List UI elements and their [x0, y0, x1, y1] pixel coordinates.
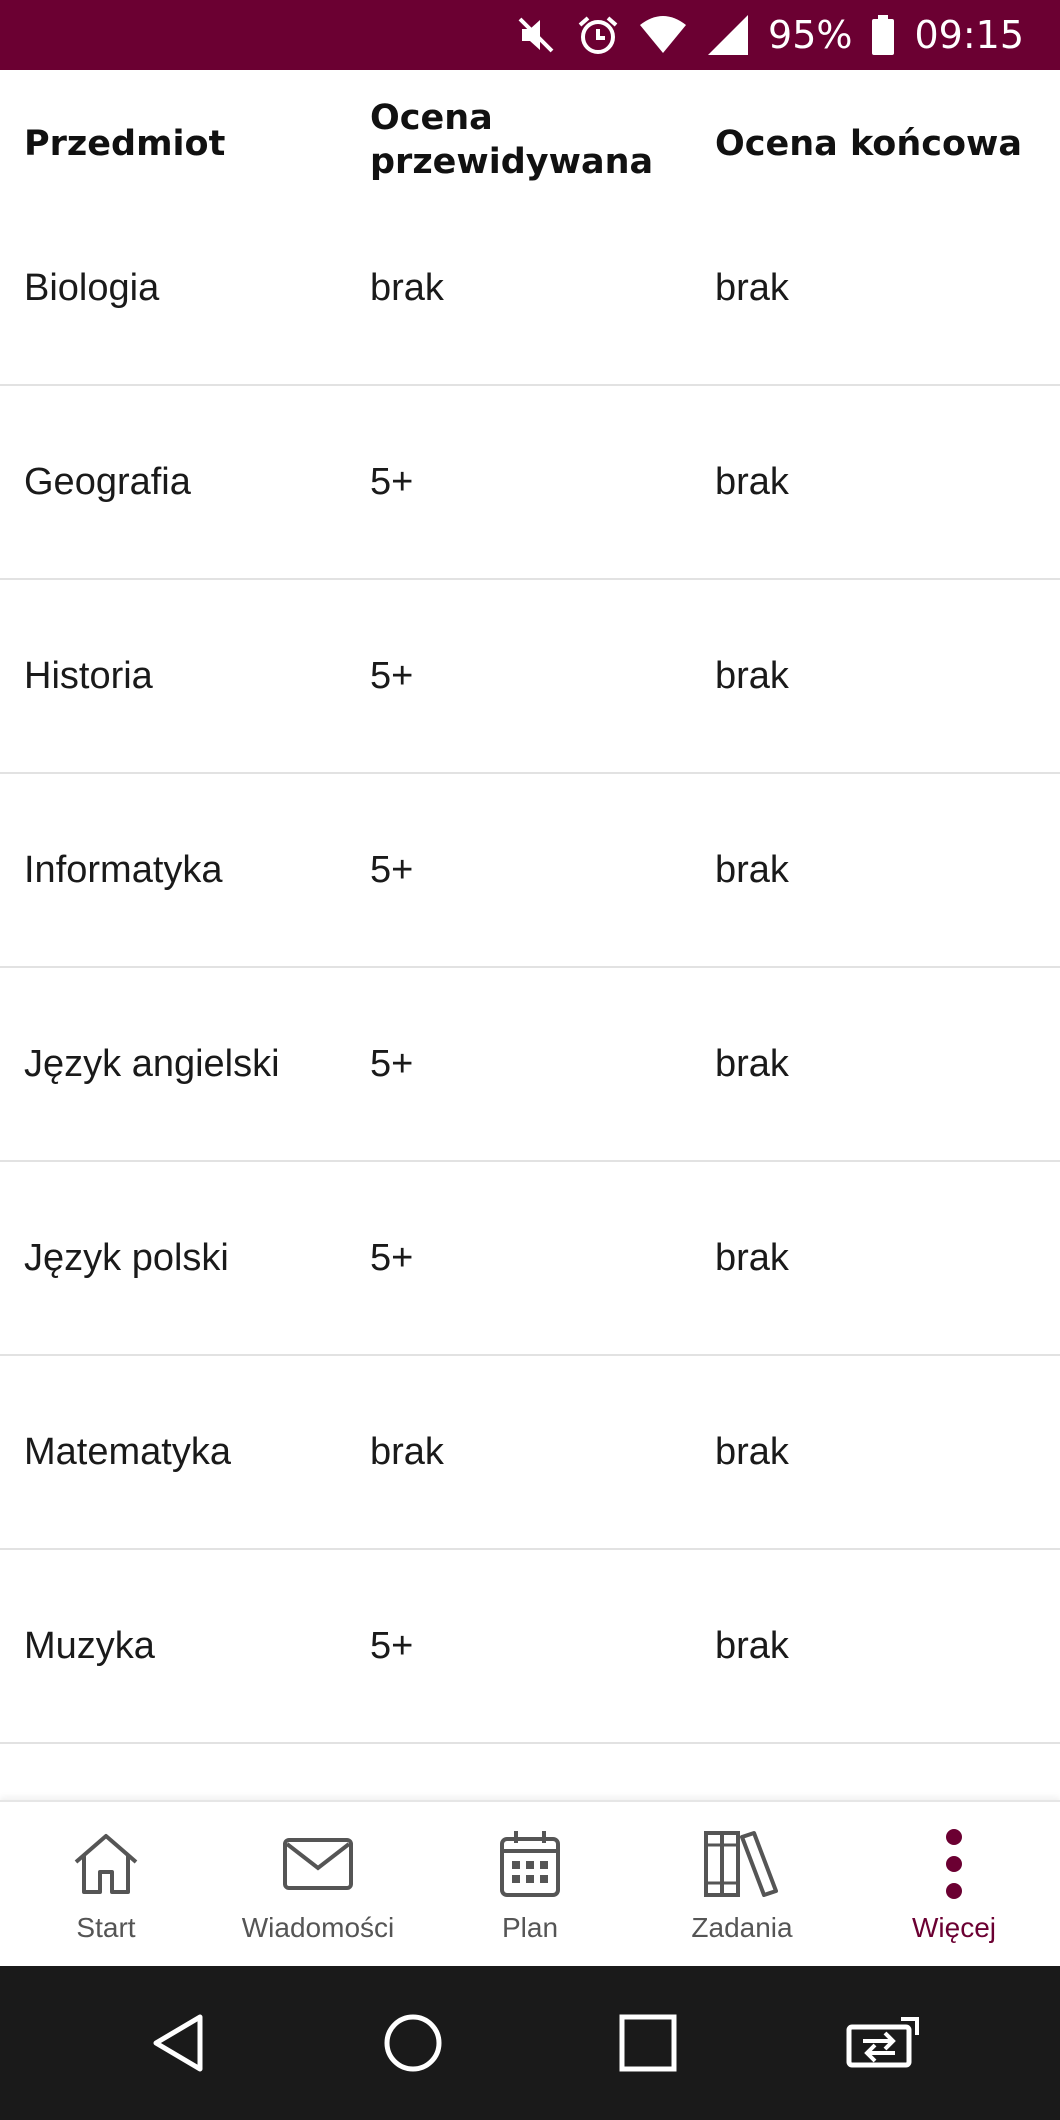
- subject-cell: Biologia: [24, 267, 160, 309]
- subject-cell: Matematyka: [24, 1431, 231, 1473]
- table-row-partial: [0, 1744, 1060, 1804]
- subject-cell: Historia: [24, 655, 153, 697]
- subject-cell: Geografia: [24, 461, 191, 503]
- final-grade-cell: brak: [715, 267, 789, 309]
- back-icon[interactable]: [128, 1993, 228, 2093]
- nav-wiadomosci[interactable]: Wiadomości: [212, 1802, 424, 1968]
- subject-cell: Język polski: [24, 1237, 229, 1279]
- books-icon: [702, 1826, 782, 1902]
- nav-label-plan: Plan: [501, 1912, 559, 1943]
- table-row: Matematyka brak brak: [0, 1356, 1060, 1550]
- final-grade-cell: brak: [715, 1043, 789, 1085]
- alarm-icon: [576, 0, 620, 70]
- home-icon: [66, 1826, 146, 1902]
- battery-percent: 95%: [768, 13, 853, 57]
- screen-rotate-icon[interactable]: [833, 1993, 933, 2093]
- nav-wiecej[interactable]: Więcej: [848, 1802, 1060, 1968]
- final-grade-cell: brak: [715, 1431, 789, 1473]
- subject-cell: Język angielski: [24, 1043, 280, 1085]
- table-header: Przedmiot Ocena przewidywana Ocena końco…: [0, 70, 1060, 216]
- table-row: Język angielski 5+ brak: [0, 968, 1060, 1162]
- table-row: Historia 5+ brak: [0, 580, 1060, 774]
- nav-label-wiadomosci: Wiadomości: [241, 1912, 395, 1943]
- calendar-icon: [490, 1826, 570, 1902]
- wifi-icon: [638, 0, 688, 70]
- subject-cell: Muzyka: [24, 1625, 155, 1667]
- home-circle-icon[interactable]: [363, 1993, 463, 2093]
- predicted-grade-cell: 5+: [370, 1237, 414, 1279]
- bottom-navigation: Start Wiadomości Plan Zadania Więcej: [0, 1800, 1060, 1968]
- table-row: Informatyka 5+ brak: [0, 774, 1060, 968]
- table-row: Biologia brak brak: [0, 216, 1060, 386]
- nav-label-start: Start: [76, 1912, 136, 1943]
- mute-icon: [514, 0, 558, 70]
- header-predicted-line2: przewidywana: [370, 142, 654, 182]
- predicted-grade-cell: brak: [370, 267, 444, 309]
- nav-start[interactable]: Start: [0, 1802, 212, 1968]
- header-predicted: Ocena przewidywana: [370, 96, 653, 184]
- final-grade-cell: brak: [715, 655, 789, 697]
- table-row: Język polski 5+ brak: [0, 1162, 1060, 1356]
- battery-icon: [870, 0, 896, 70]
- predicted-grade-cell: 5+: [370, 655, 414, 697]
- predicted-grade-cell: brak: [370, 1431, 444, 1473]
- clock: 09:15: [914, 13, 1024, 57]
- final-grade-cell: brak: [715, 1625, 789, 1667]
- table-row: Geografia 5+ brak: [0, 386, 1060, 580]
- recents-icon[interactable]: [598, 1993, 698, 2093]
- header-predicted-line1: Ocena: [370, 98, 493, 138]
- table-row: Muzyka 5+ brak: [0, 1550, 1060, 1744]
- subject-cell: Informatyka: [24, 849, 223, 891]
- predicted-grade-cell: 5+: [370, 849, 414, 891]
- header-final: Ocena końcowa: [715, 124, 1023, 164]
- nav-label-wiecej: Więcej: [911, 1912, 996, 1943]
- status-bar: 95% 09:15: [0, 0, 1060, 70]
- predicted-grade-cell: 5+: [370, 1043, 414, 1085]
- nav-plan[interactable]: Plan: [424, 1802, 636, 1968]
- nav-label-zadania: Zadania: [691, 1912, 793, 1943]
- final-grade-cell: brak: [715, 461, 789, 503]
- header-subject: Przedmiot: [24, 124, 226, 164]
- predicted-grade-cell: 5+: [370, 461, 414, 503]
- predicted-grade-cell: 5+: [370, 1625, 414, 1667]
- grades-table: Przedmiot Ocena przewidywana Ocena końco…: [0, 70, 1060, 1804]
- signal-icon: [706, 0, 750, 70]
- final-grade-cell: brak: [715, 1237, 789, 1279]
- more-vertical-icon: [914, 1826, 994, 1902]
- envelope-icon: [278, 1826, 358, 1902]
- nav-zadania[interactable]: Zadania: [636, 1802, 848, 1968]
- final-grade-cell: brak: [715, 849, 789, 891]
- system-navigation-bar: [0, 1966, 1060, 2120]
